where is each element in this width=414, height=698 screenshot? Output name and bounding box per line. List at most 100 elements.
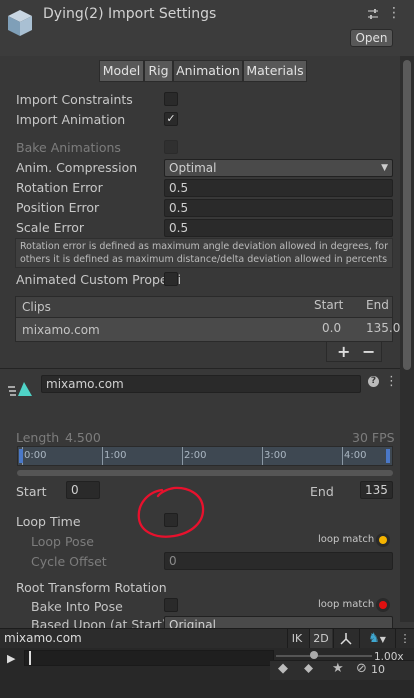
preview-bottom-bar: ◆ ⬥ ★ ⊘ 10 — [270, 660, 414, 680]
cycle-offset-input[interactable]: 0 — [164, 552, 393, 570]
clip-options-icon[interactable]: ⋮ — [385, 374, 398, 389]
loop-match-bad-icon — [379, 601, 387, 609]
tab-rig[interactable]: Rig — [144, 60, 173, 82]
shapes-icon[interactable]: ◆ — [278, 661, 288, 676]
table-row[interactable]: mixamo.com 0.0 135.0 — [16, 318, 400, 341]
animated-custom-properties-checkbox[interactable] — [164, 272, 178, 286]
timeline-tick-label: 0:00 — [24, 450, 47, 461]
open-button[interactable]: Open — [350, 29, 393, 47]
rotation-error-label: Rotation Error — [16, 180, 103, 195]
loop-pose-label: Loop Pose — [31, 534, 94, 549]
clip-list-footer: + − — [326, 342, 382, 362]
clip-row-end: 135.0 — [366, 321, 401, 335]
scale-error-label: Scale Error — [16, 220, 85, 235]
timeline-tick — [182, 447, 183, 465]
loop-time-label: Loop Time — [16, 514, 81, 529]
import-constraints-checkbox[interactable] — [164, 92, 178, 106]
clips-col-start: Start — [314, 298, 344, 312]
star-icon[interactable]: ★ — [332, 661, 344, 676]
bake-into-pose-label: Bake Into Pose — [31, 599, 123, 614]
based-upon-row: Based Upon (at Start) Original — [0, 616, 400, 628]
end-input[interactable]: 135 — [360, 481, 393, 499]
cycle-offset-label: Cycle Offset — [31, 554, 107, 569]
timeline-tick — [262, 447, 263, 465]
preview-timeline[interactable] — [24, 650, 274, 666]
play-icon[interactable]: ▶ — [7, 652, 15, 665]
tab-animation[interactable]: Animation — [173, 60, 243, 82]
bake-animations-label: Bake Animations — [16, 140, 121, 155]
start-label: Start — [16, 484, 47, 499]
animation-clip-icon — [8, 382, 32, 396]
start-input[interactable]: 0 — [66, 481, 100, 499]
clips-table: Clips Start End mixamo.com 0.0 135.0 — [15, 296, 400, 342]
clip-row-name: mixamo.com — [22, 323, 100, 337]
speed-slider[interactable] — [276, 655, 372, 657]
chevron-down-icon: ▼ — [381, 163, 388, 173]
ik-toggle[interactable]: IK — [287, 629, 306, 649]
help-text-line2: others it is defined as maximum distance… — [20, 254, 388, 265]
tag-icon[interactable]: ⬥ — [304, 661, 313, 676]
chevron-down-icon: ▼ — [379, 635, 386, 644]
timeline-tick-label: 1:00 — [104, 450, 127, 461]
position-error-label: Position Error — [16, 200, 100, 215]
tab-materials[interactable]: Materials — [243, 60, 307, 82]
loop-match-label: loop match — [318, 534, 375, 545]
clip-name-input[interactable]: mixamo.com — [41, 375, 361, 393]
error-help-box: Rotation error is defined as maximum ang… — [15, 238, 393, 268]
remove-clip-button[interactable]: − — [362, 342, 375, 361]
timeline-tick-label: 3:00 — [264, 450, 287, 461]
2d-toggle[interactable]: 2D — [309, 629, 332, 649]
avatar-icon: ♞ — [368, 631, 380, 646]
import-constraints-label: Import Constraints — [16, 92, 133, 107]
length-label: Length — [16, 430, 60, 445]
timeline-ruler[interactable]: 0:00 1:00 2:00 3:00 4:00 — [17, 446, 393, 466]
animated-custom-properties-label: Animated Custom Properti — [16, 272, 182, 287]
eye-hidden-icon[interactable]: ⊘ — [356, 661, 367, 676]
help-text-line1: Rotation error is defined as maximum ang… — [20, 241, 388, 252]
avatar-dropdown[interactable]: ♞▼ — [359, 629, 394, 649]
loop-match-label-rotation: loop match — [318, 599, 375, 610]
position-error-input[interactable]: 0.5 — [164, 199, 393, 217]
preview-title: mixamo.com — [4, 631, 82, 645]
import-animation-checkbox[interactable]: ✓ — [164, 112, 178, 126]
pivot-icon[interactable] — [333, 629, 358, 649]
import-tabs: Model Rig Animation Materials — [99, 60, 309, 82]
length-value: 4.500 — [65, 430, 101, 445]
preview-toolbar: mixamo.com IK 2D ♞▼ ⋮ — [0, 628, 414, 649]
import-animation-label: Import Animation — [16, 112, 126, 127]
divider — [0, 368, 400, 369]
hidden-count: 10 — [371, 663, 385, 676]
bake-animations-checkbox — [164, 140, 178, 154]
inspector-header: Dying(2) Import Settings ⋮ Open — [0, 0, 414, 56]
end-label: End — [310, 484, 334, 499]
more-menu-icon[interactable]: ⋮ — [387, 5, 401, 21]
playhead[interactable] — [29, 651, 31, 665]
clip-row-start: 0.0 — [322, 321, 342, 335]
start-marker[interactable] — [19, 449, 23, 463]
help-icon[interactable]: ? — [368, 376, 379, 387]
based-upon-dropdown[interactable]: Original — [164, 616, 393, 628]
bake-into-pose-checkbox[interactable] — [164, 598, 178, 612]
end-marker[interactable] — [386, 449, 390, 463]
speed-slider-thumb[interactable] — [310, 651, 318, 659]
preview-more-icon[interactable]: ⋮ — [395, 629, 414, 649]
anim-compression-value: Optimal — [169, 161, 217, 175]
timeline-tick-label: 4:00 — [344, 450, 367, 461]
preview-area: ▶ 1.00x ◆ ⬥ ★ ⊘ 10 — [0, 648, 414, 698]
root-rotation-title: Root Transform Rotation — [16, 580, 167, 595]
range-slider[interactable] — [17, 470, 393, 476]
preset-icon[interactable] — [367, 8, 379, 20]
scrollbar-thumb[interactable] — [403, 60, 411, 370]
model-asset-icon — [8, 10, 32, 36]
anim-compression-label: Anim. Compression — [16, 160, 138, 175]
page-title: Dying(2) Import Settings — [43, 6, 217, 22]
timeline-tick — [342, 447, 343, 465]
anim-compression-dropdown[interactable]: Optimal ▼ — [164, 159, 393, 177]
rotation-error-input[interactable]: 0.5 — [164, 179, 393, 197]
based-upon-label: Based Upon (at Start) — [31, 617, 167, 628]
scale-error-input[interactable]: 0.5 — [164, 219, 393, 237]
add-clip-button[interactable]: + — [337, 342, 350, 361]
clips-header-label: Clips — [22, 300, 51, 314]
tab-model[interactable]: Model — [99, 60, 144, 82]
fps-value: 30 FPS — [352, 430, 395, 445]
